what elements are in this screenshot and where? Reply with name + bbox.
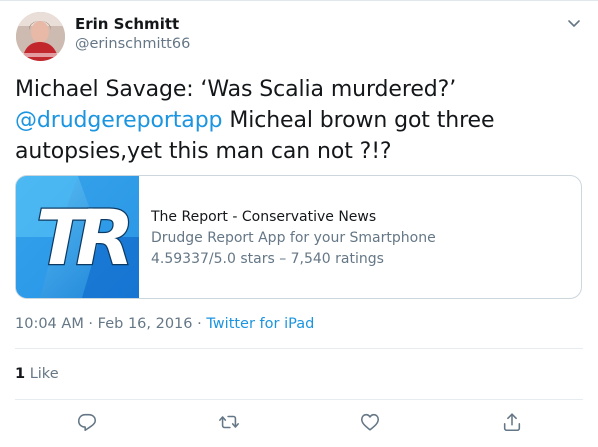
link-card[interactable]: TR The Report - Conservative News Drudge… [15, 175, 582, 299]
retweet-icon[interactable] [218, 411, 240, 433]
card-logo-graphic: TR [16, 176, 142, 298]
divider [15, 348, 583, 349]
tweet-time[interactable]: 10:04 AM [15, 316, 84, 332]
tweet-text-before: Michael Savage: ‘Was Scalia murdered?’ [15, 77, 457, 102]
card-logo: TR [16, 176, 142, 298]
tweet-source[interactable]: Twitter for iPad [206, 316, 314, 332]
card-logo-text: TR [36, 193, 129, 282]
tweet-container: Erin Schmitt @erinschmitt66 Michael Sava… [0, 0, 598, 447]
card-title: The Report - Conservative News [151, 209, 377, 225]
chevron-down-icon[interactable] [566, 15, 582, 31]
author-handle[interactable]: @erinschmitt66 [75, 34, 190, 54]
divider [15, 399, 583, 400]
likes-label: Like [25, 366, 59, 382]
reply-icon[interactable] [76, 411, 98, 433]
tweet-meta: 10:04 AM · Feb 16, 2016 · Twitter for iP… [15, 314, 314, 334]
meta-separator: · [192, 316, 207, 332]
mention-link[interactable]: @drudgereportapp [15, 108, 223, 133]
likes-number: 1 [15, 366, 26, 382]
tweet-date[interactable]: Feb 16, 2016 [98, 316, 193, 332]
author-name[interactable]: Erin Schmitt [75, 14, 179, 34]
avatar-image [16, 12, 65, 61]
avatar[interactable] [16, 12, 65, 61]
like-icon[interactable] [359, 411, 381, 433]
action-bar [0, 411, 598, 437]
tweet-text: Michael Savage: ‘Was Scalia murdered?’ @… [15, 74, 575, 167]
card-description: Drudge Report App for your Smartphone [151, 230, 436, 246]
likes-count[interactable]: 1 Like [15, 364, 59, 384]
meta-separator: · [83, 316, 98, 332]
share-icon[interactable] [501, 411, 523, 433]
card-rating: 4.59337/5.0 stars – 7,540 ratings [151, 251, 384, 267]
